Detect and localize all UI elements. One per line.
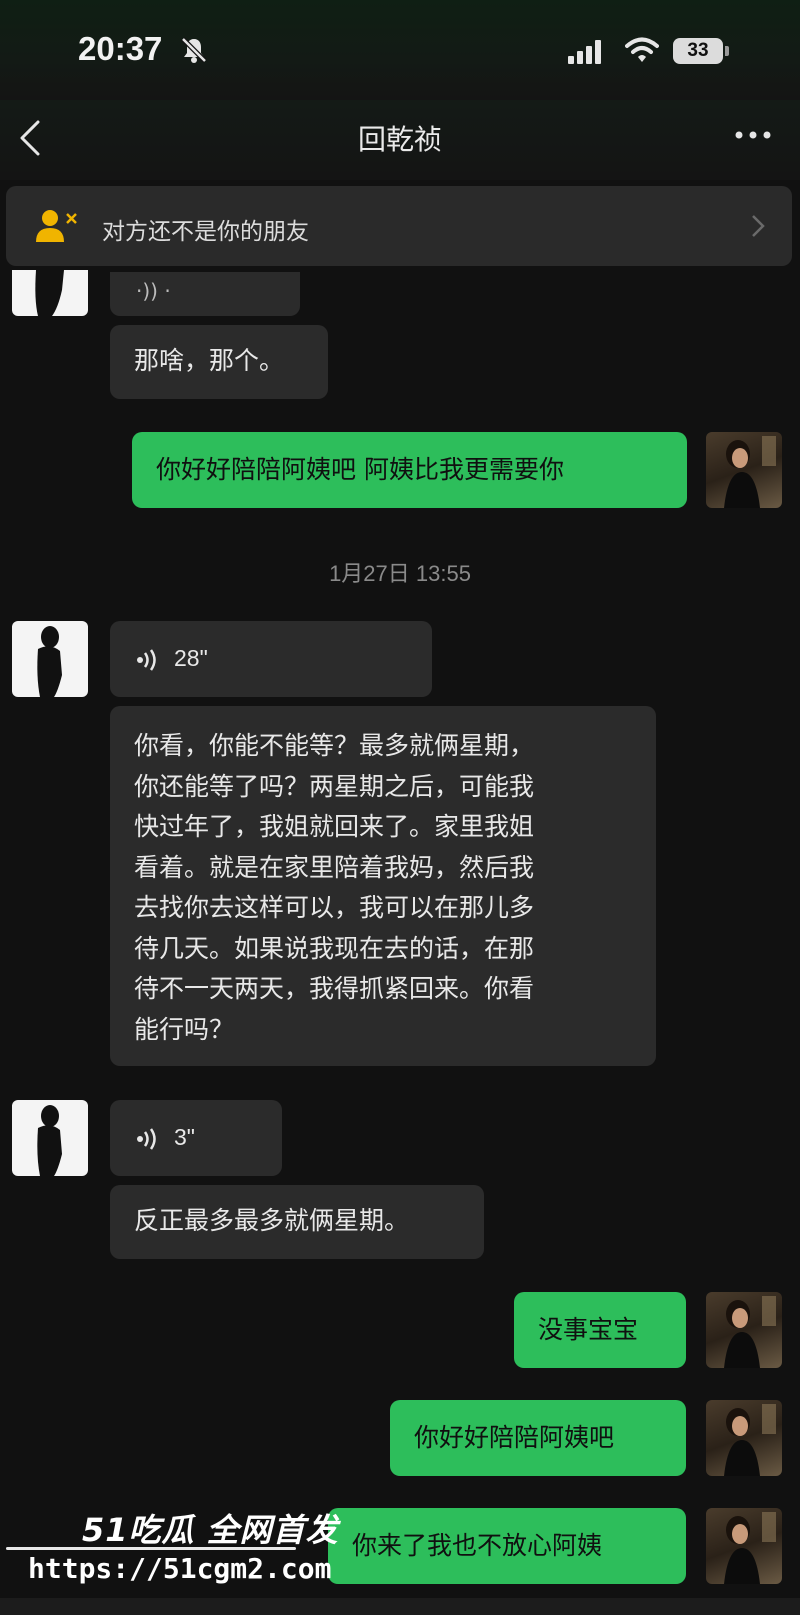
- battery-tip: [725, 46, 729, 56]
- message-timestamp: 1月27日 13:55: [329, 561, 471, 586]
- voice-message[interactable]: 28": [110, 621, 432, 697]
- signal-icon: [568, 40, 601, 64]
- voice-message[interactable]: 3": [110, 1100, 282, 1176]
- message-text: 你好好陪陪阿姨吧 阿姨比我更需要你: [156, 455, 564, 484]
- bottom-bar: [0, 1598, 800, 1615]
- message-line: 能行吗？: [134, 1014, 235, 1044]
- self-avatar[interactable]: [706, 1400, 782, 1476]
- person-x-icon: [36, 210, 77, 242]
- message-line: 你看，你能不能等？最多就俩星期，: [134, 731, 535, 760]
- nav-bar: 回乾祯: [0, 100, 800, 180]
- chat-title: 回乾祯: [357, 123, 442, 156]
- watermark-divider: [6, 1547, 296, 1550]
- ellipsis-icon[interactable]: [735, 130, 771, 140]
- message-bubble-incoming[interactable]: 你看，你能不能等？最多就俩星期， 你还能等了吗？两星期之后，可能我 快过年了，我…: [110, 706, 656, 1066]
- avatar-photo: [724, 1512, 776, 1584]
- self-avatar[interactable]: [706, 1508, 782, 1584]
- message-bubble-incoming[interactable]: 那啥，那个。: [110, 325, 328, 399]
- message-bubble-outgoing[interactable]: 你来了我也不放心阿姨: [328, 1508, 686, 1584]
- voice-duration: 3": [174, 1124, 195, 1150]
- avatar-photo: [724, 436, 776, 508]
- silhouette-icon: [37, 1105, 62, 1176]
- message-bubble-outgoing[interactable]: 没事宝宝: [514, 1292, 686, 1368]
- message-text: 反正最多最多就俩星期。: [134, 1206, 410, 1235]
- self-avatar[interactable]: [706, 1292, 782, 1368]
- status-time: 20:37: [78, 30, 163, 67]
- self-avatar[interactable]: [706, 432, 782, 508]
- message-bubble-incoming[interactable]: 反正最多最多就俩星期。: [110, 1185, 484, 1259]
- wifi-icon: [625, 37, 659, 62]
- voice-wave-icon: [137, 649, 156, 671]
- contact-avatar[interactable]: [12, 270, 88, 316]
- message-line: 你还能等了吗？两星期之后，可能我: [134, 771, 535, 801]
- message-bubble-outgoing[interactable]: 你好好陪陪阿姨吧: [390, 1400, 686, 1476]
- silhouette-icon: [37, 626, 62, 697]
- avatar-photo: [724, 1404, 776, 1476]
- bell-slash-icon: [181, 37, 207, 63]
- message-line: 待几天。如果说我现在去的话，在那: [134, 933, 535, 963]
- voice-partial-label: ·)) ·: [136, 279, 171, 303]
- message-text: 你好好陪陪阿姨吧: [414, 1423, 615, 1452]
- message-bubble-outgoing[interactable]: 你好好陪陪阿姨吧 阿姨比我更需要你: [132, 432, 687, 508]
- message-line: 待不一天两天，我得抓紧回来。你看: [134, 974, 535, 1003]
- chevron-right-icon: [752, 215, 765, 237]
- status-bar: 20:37 33: [0, 0, 800, 100]
- message-line: 看着。就是在家里陪着我妈，然后我: [134, 852, 535, 882]
- not-friend-notice[interactable]: 对方还不是你的朋友: [6, 186, 792, 266]
- silhouette-icon: [35, 270, 64, 316]
- voice-message-partial[interactable]: ·)) ·: [110, 272, 300, 316]
- battery-icon: 33: [673, 38, 723, 64]
- voice-duration: 28": [174, 645, 208, 671]
- message-text: 那啥，那个。: [134, 346, 285, 375]
- message-text: 你来了我也不放心阿姨: [352, 1531, 603, 1560]
- message-line: 快过年了，我姐就回来了。家里我姐: [134, 812, 535, 841]
- avatar-photo: [724, 1296, 776, 1368]
- contact-avatar[interactable]: [12, 621, 88, 697]
- watermark-brand: 51吃瓜 全网首发: [82, 1511, 339, 1549]
- contact-avatar[interactable]: [12, 1100, 88, 1176]
- watermark-url: https://51cgm2.com: [28, 1552, 332, 1585]
- notice-text: 对方还不是你的朋友: [102, 219, 309, 245]
- message-line: 去找你去这样可以，我可以在那儿多: [134, 893, 535, 922]
- message-text: 没事宝宝: [538, 1315, 639, 1344]
- voice-wave-icon: [137, 1128, 156, 1150]
